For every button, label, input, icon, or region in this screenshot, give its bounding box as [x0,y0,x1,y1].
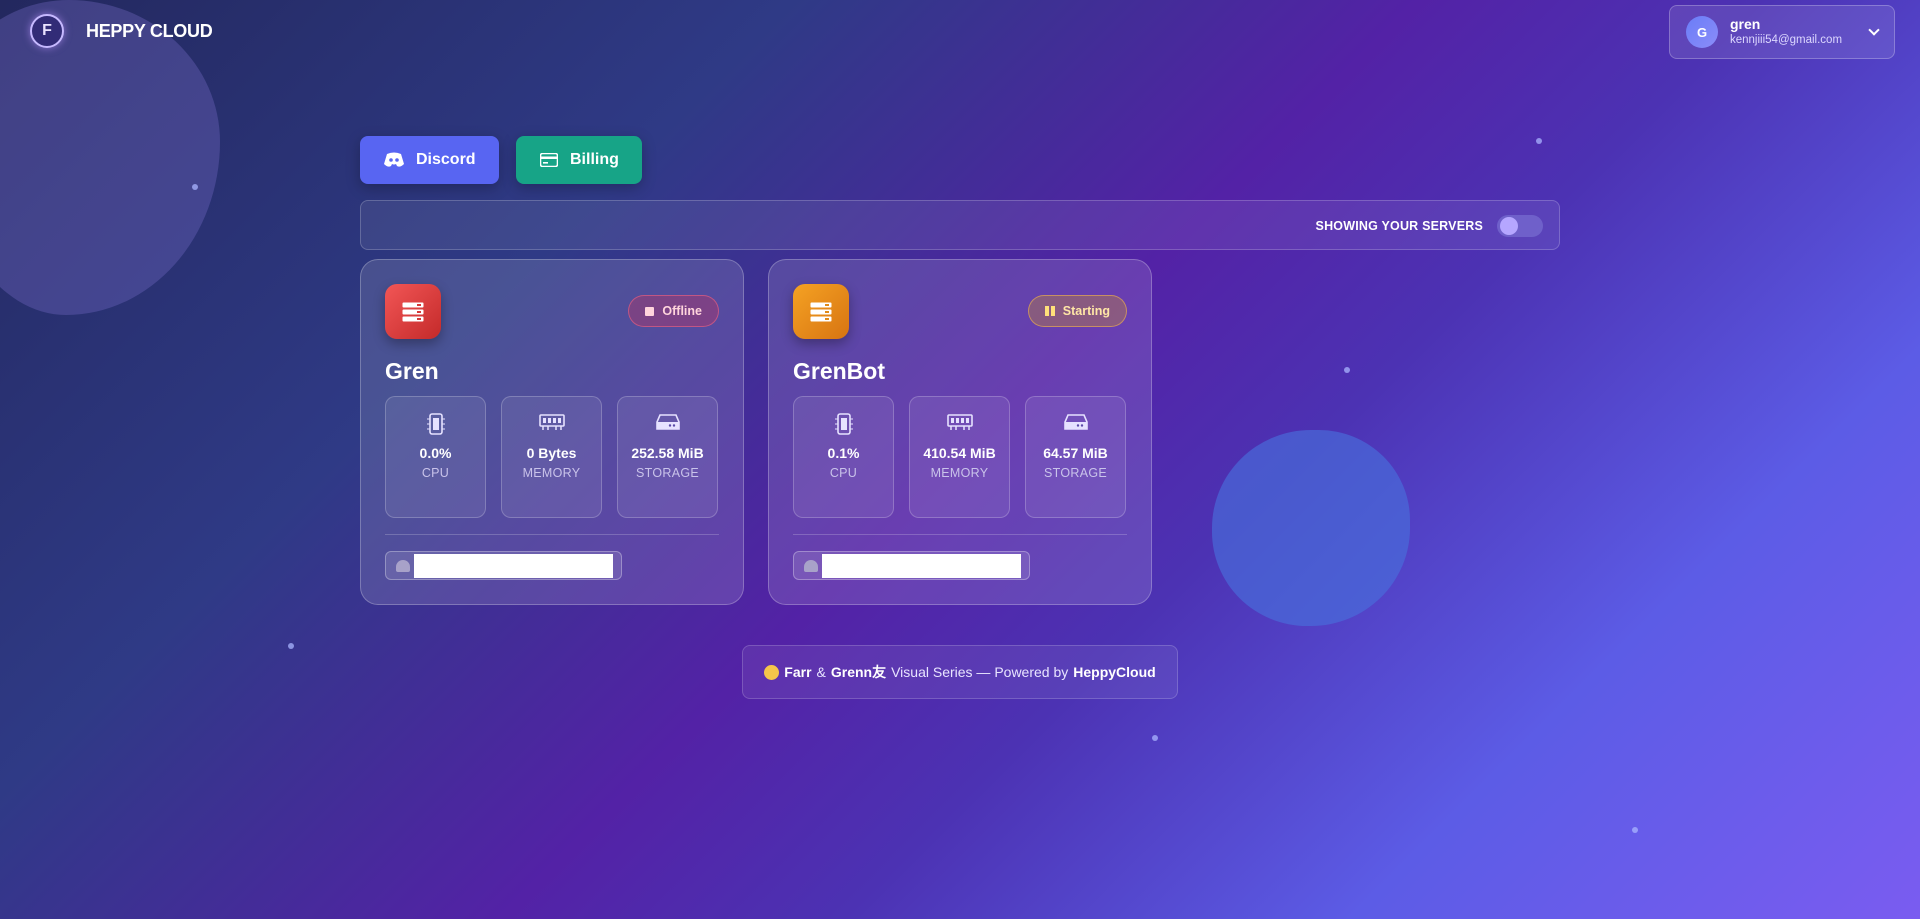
cpu-stat: 0.0% CPU [385,396,486,518]
discord-label: Discord [416,151,476,168]
brand[interactable]: F HEPPY CLOUD [30,14,213,48]
card-divider [385,534,719,535]
avatar: G [1686,16,1718,48]
background-blob [1212,430,1410,626]
user-email: kennjiii54@gmail.com [1730,34,1843,46]
memory-icon [946,414,973,430]
pause-icon [1044,306,1055,316]
logo-letter: F [42,22,52,39]
memory-stat: 410.54 MiB MEMORY [909,396,1010,518]
star-dot [1152,735,1158,741]
address-value [414,554,613,578]
footer-amp: & [816,664,826,680]
server-icon [385,284,441,339]
cpu-label: CPU [421,466,450,480]
star-dot [288,643,294,649]
hard-drive-icon [1063,414,1088,430]
card-divider [793,534,1127,535]
cpu-icon [426,413,445,435]
star-dot [192,184,198,190]
user-info: gren kennjiii54@gmail.com [1730,16,1870,48]
footer-author-2: Grenn友 [830,664,887,680]
credit-card-icon [540,153,558,167]
show-all-servers-toggle[interactable] [1497,215,1543,237]
user-name: gren [1730,16,1761,32]
server-name: GrenBot [793,358,885,384]
footer-powered-link[interactable]: HeppyCloud [1073,664,1155,680]
status-badge: Offline [628,295,719,327]
memory-stat: 0 Bytes MEMORY [501,396,602,518]
network-icon [396,560,410,572]
server-icon [793,284,849,339]
footer-text: Visual Series — Powered by [891,664,1069,680]
storage-value: 64.57 MiB [1043,445,1108,461]
server-card[interactable]: Offline Gren 0.0% CPU 0 Bytes MEMORY 252… [360,259,744,605]
memory-label: MEMORY [522,466,581,480]
star-dot [1632,827,1638,833]
storage-label: STORAGE [636,466,699,480]
storage-stat: 64.57 MiB STORAGE [1025,396,1126,518]
billing-button[interactable]: Billing [516,136,642,184]
cpu-stat: 0.1% CPU [793,396,894,518]
footer-credit: Farr & Grenn友 Visual Series — Powered by… [742,645,1178,699]
status-badge: Starting [1027,295,1127,327]
cpu-label: CPU [829,466,858,480]
server-address[interactable] [385,551,622,580]
server-card[interactable]: Starting GrenBot 0.1% CPU 410.54 MiB MEM… [768,259,1152,605]
cpu-value: 0.1% [827,445,860,461]
address-value [822,554,1021,578]
server-name: Gren [385,358,439,384]
logo-icon: F [30,14,64,48]
star-dot [1344,367,1350,373]
stop-icon [645,306,655,316]
status-text: Offline [662,304,702,318]
brand-name: HEPPY CLOUD [86,20,213,41]
discord-button[interactable]: Discord [360,136,499,184]
memory-value: 410.54 MiB [923,445,996,461]
memory-icon [538,414,565,430]
user-menu[interactable]: G gren kennjiii54@gmail.com [1669,5,1895,59]
memory-label: MEMORY [930,466,989,480]
memory-value: 0 Bytes [526,445,577,461]
emoji-icon [764,664,780,680]
discord-icon [384,152,404,167]
network-icon [804,560,818,572]
server-address[interactable] [793,551,1030,580]
cpu-icon [834,413,853,435]
chevron-down-icon[interactable] [1868,24,1880,36]
footer-author-1: Farr [784,664,812,680]
cpu-value: 0.0% [419,445,452,461]
star-dot [1536,138,1542,144]
storage-stat: 252.58 MiB STORAGE [617,396,718,518]
storage-value: 252.58 MiB [631,445,704,461]
billing-label: Billing [570,151,619,168]
server-filter-bar: SHOWING YOUR SERVERS [360,200,1560,250]
hard-drive-icon [655,414,680,430]
toggle-knob [1500,217,1518,235]
storage-label: STORAGE [1044,466,1107,480]
status-text: Starting [1062,304,1110,318]
filter-label: SHOWING YOUR SERVERS [1315,219,1483,233]
